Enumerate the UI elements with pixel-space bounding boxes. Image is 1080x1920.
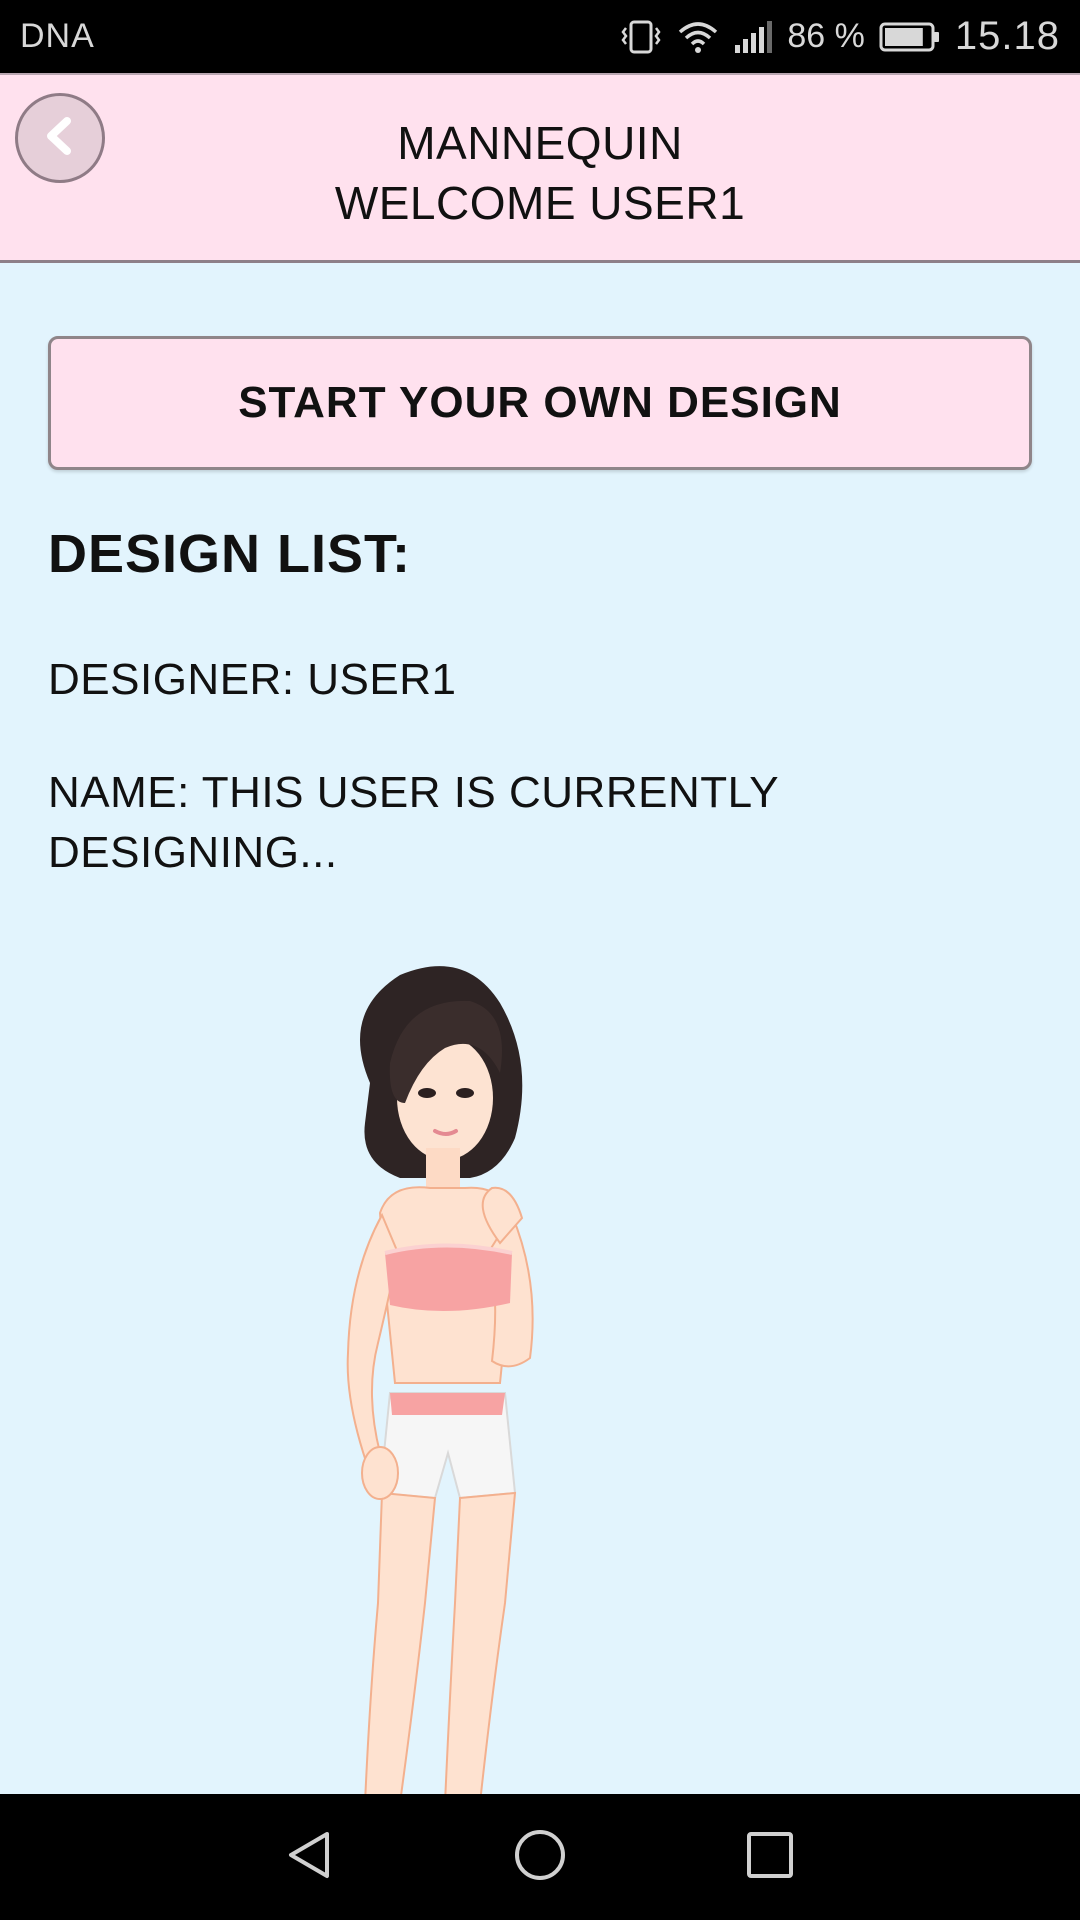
designer-label: DESIGNER: USER1 — [48, 655, 457, 704]
status-indicators: 86 % 15.18 — [619, 14, 1060, 59]
square-recents-icon — [744, 1829, 796, 1886]
clock: 15.18 — [954, 14, 1060, 58]
app-name: MANNEQUIN — [397, 117, 683, 169]
phone-screen: DNA 86 % 15.18 MANNEQUIN WELCOME USER1 S… — [0, 0, 1080, 1920]
system-nav-bar — [0, 1794, 1080, 1920]
nav-recents-button[interactable] — [730, 1817, 810, 1897]
carrier-label: DNA — [20, 17, 95, 55]
nav-back-button[interactable] — [270, 1817, 350, 1897]
wifi-icon — [677, 19, 719, 55]
battery-percent: 86 % — [787, 17, 865, 55]
triangle-back-icon — [283, 1828, 337, 1887]
design-name-label: NAME: THIS USER IS CURRENTLY DESIGNING..… — [48, 768, 779, 877]
battery-icon — [879, 21, 941, 53]
signal-icon — [733, 19, 773, 55]
welcome-text: WELCOME USER1 — [334, 177, 746, 229]
app-header: MANNEQUIN WELCOME USER1 — [0, 73, 1080, 263]
start-design-button[interactable]: START YOUR OWN DESIGN — [48, 336, 1032, 470]
vibrate-icon — [619, 19, 663, 55]
circle-home-icon — [512, 1827, 568, 1888]
nav-home-button[interactable] — [500, 1817, 580, 1897]
status-bar: DNA 86 % 15.18 — [0, 0, 1080, 73]
mannequin-image[interactable] — [230, 953, 630, 1794]
design-list-heading: DESIGN LIST: — [48, 524, 412, 584]
page-title: MANNEQUIN WELCOME USER1 — [0, 113, 1080, 233]
main-content: START YOUR OWN DESIGN DESIGN LIST: DESIG… — [0, 263, 1080, 1794]
